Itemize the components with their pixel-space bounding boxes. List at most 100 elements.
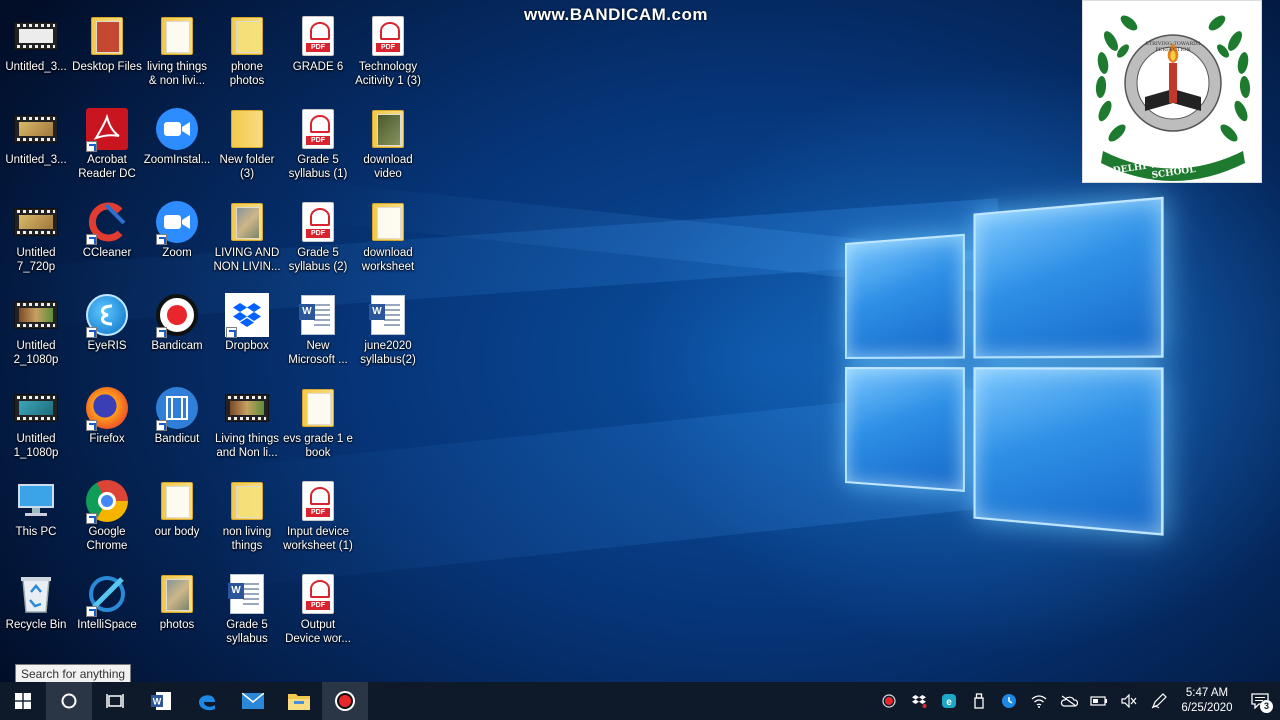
windows-logo (845, 183, 1177, 546)
shortcut-arrow-icon (86, 420, 97, 431)
desktop-icon-label: Input device worksheet (1) (278, 525, 358, 553)
shortcut-arrow-icon (156, 234, 167, 245)
desktop-icon-photos[interactable]: photos (141, 563, 213, 651)
pen-icon (1151, 693, 1167, 709)
desktop-icon-new-microsoft-doc[interactable]: W New Microsoft ... (282, 284, 354, 372)
windows-start-icon (15, 693, 31, 709)
desktop-icon-untitled-1[interactable]: Untitled 1_1080p (0, 377, 72, 465)
desktop-icon-grade5-syllabus-doc[interactable]: W Grade 5 syllabus (211, 563, 283, 651)
search-tooltip: Search for anything (15, 664, 131, 684)
bandicam-taskbar-button[interactable] (322, 682, 368, 720)
desktop-icon-firefox[interactable]: Firefox (71, 377, 143, 465)
desktop-icon-dropbox[interactable]: Dropbox (211, 284, 283, 372)
desktop-icon-living-and-non-living[interactable]: LIVING AND NON LIVIN... (211, 191, 283, 279)
desktop-icon-new-folder-3[interactable]: New folder (3) (211, 98, 283, 186)
taskbar-clock[interactable]: 5:47 AM 6/25/2020 (1174, 686, 1240, 716)
desktop-icon-june2020-syllabus[interactable]: W june2020 syllabus(2) (352, 284, 424, 372)
desktop-icon-download-worksheet[interactable]: download worksheet (352, 191, 424, 279)
desktop-icon-acrobat-reader[interactable]: Acrobat Reader DC (71, 98, 143, 186)
desktop-icon-phone-photos[interactable]: phone photos (211, 5, 283, 93)
desktop-icon-untitled-2[interactable]: Untitled 2_1080p (0, 284, 72, 372)
desktop-icon-label: Living things and Non li... (207, 432, 287, 460)
desktop-icon-output-device-worksheet[interactable]: PDF Output Device wor... (282, 563, 354, 651)
dropbox-icon (911, 694, 927, 708)
tray-battery-button[interactable] (1084, 682, 1114, 720)
desktop-icon-grade5-syllabus-2[interactable]: PDF Grade 5 syllabus (2) (282, 191, 354, 279)
desktop-icon-untitled-3b[interactable]: Untitled_3... (0, 98, 72, 186)
word-taskbar-button[interactable]: W (138, 682, 184, 720)
battery-icon (1090, 695, 1108, 707)
desktop-icon-untitled-7[interactable]: Untitled 7_720p (0, 191, 72, 279)
tray-dropbox-button[interactable] (904, 682, 934, 720)
cortana-search-button[interactable] (46, 682, 92, 720)
desktop-icon-zoom-installer[interactable]: ZoomInstal... (141, 98, 213, 186)
tray-volume-button[interactable] (1114, 682, 1144, 720)
desktop-icon-label: Untitled 2_1080p (0, 339, 76, 367)
folder-icon (154, 13, 200, 59)
video-file-icon (13, 106, 59, 152)
desktop-icon-our-body[interactable]: our body (141, 470, 213, 558)
desktop-icon-label: our body (137, 525, 217, 539)
tray-record-button[interactable] (874, 682, 904, 720)
task-view-icon (106, 693, 124, 709)
start-button[interactable] (0, 682, 46, 720)
tray-wifi-button[interactable] (1024, 682, 1054, 720)
taskbar: W e 5:47 AM 6/25/2020 3 (0, 682, 1280, 720)
tray-usb-button[interactable] (964, 682, 994, 720)
desktop-icon-download-video[interactable]: download video (352, 98, 424, 186)
intellispace-icon (84, 571, 130, 617)
desktop-icon-intellispace[interactable]: IntelliSpace (71, 563, 143, 651)
desktop-icon-zoom[interactable]: Zoom (141, 191, 213, 279)
desktop-icon-grade5-syllabus-1[interactable]: PDF Grade 5 syllabus (1) (282, 98, 354, 186)
desktop-icon-living-things-folder[interactable]: living things & non livi... (141, 5, 213, 93)
desktop-icon-label: Recycle Bin (0, 618, 76, 632)
word-doc-icon: W (295, 292, 341, 338)
tray-pen-button[interactable] (1144, 682, 1174, 720)
action-center-button[interactable]: 3 (1240, 682, 1280, 720)
desktop-icon-recycle-bin[interactable]: Recycle Bin (0, 563, 72, 651)
desktop-icon-living-things-video[interactable]: Living things and Non li... (211, 377, 283, 465)
desktop-icon-non-living-things[interactable]: non living things (211, 470, 283, 558)
tray-onedrive-button[interactable] (1054, 682, 1084, 720)
desktop-icon-technology-activity[interactable]: PDF Technology Acitivity 1 (3) (352, 5, 424, 93)
file-explorer-taskbar-button[interactable] (276, 682, 322, 720)
tray-app-button[interactable]: e (934, 682, 964, 720)
tray-clock-app-button[interactable] (994, 682, 1024, 720)
school-logo: DELHI WORLD PUBLIC SCHOOL STRIVING TOWAR… (1082, 0, 1262, 183)
desktop-icon-label: This PC (0, 525, 76, 539)
shortcut-arrow-icon (226, 327, 237, 338)
desktop-icon-bandicut[interactable]: Bandicut (141, 377, 213, 465)
desktop-icon-label: Acrobat Reader DC (67, 153, 147, 181)
desktop-icon-grade-6[interactable]: PDF GRADE 6 (282, 5, 354, 93)
video-file-icon (13, 385, 59, 431)
folder-icon (224, 199, 270, 245)
desktop-icon-untitled-3a[interactable]: Untitled_3... (0, 5, 72, 93)
pdf-icon: PDF (295, 478, 341, 524)
edge-icon (196, 690, 218, 712)
pdf-icon: PDF (295, 106, 341, 152)
mail-taskbar-button[interactable] (230, 682, 276, 720)
desktop-icon-label: Untitled 1_1080p (0, 432, 76, 460)
task-view-button[interactable] (92, 682, 138, 720)
zoom-icon (154, 106, 200, 152)
bluetooth-app-icon: e (941, 693, 957, 709)
desktop-icon-label: Google Chrome (67, 525, 147, 553)
desktop-icon-label: living things & non livi... (137, 60, 217, 88)
folder-icon (224, 478, 270, 524)
usb-icon (973, 693, 985, 709)
video-file-icon (13, 292, 59, 338)
desktop-icon-this-pc[interactable]: This PC (0, 470, 72, 558)
desktop-icon-input-device-worksheet[interactable]: PDF Input device worksheet (1) (282, 470, 354, 558)
desktop-icon-google-chrome[interactable]: Google Chrome (71, 470, 143, 558)
edge-taskbar-button[interactable] (184, 682, 230, 720)
clock-date: 6/25/2020 (1174, 701, 1240, 716)
desktop-icon-evs-grade1-ebook[interactable]: evs grade 1 e book (282, 377, 354, 465)
desktop-icon-ccleaner[interactable]: CCleaner (71, 191, 143, 279)
bandicut-icon (154, 385, 200, 431)
desktop-icon-bandicam[interactable]: Bandicam (141, 284, 213, 372)
pdf-icon: PDF (295, 13, 341, 59)
video-file-icon (13, 199, 59, 245)
desktop-icon-desktop-files[interactable]: Desktop Files (71, 5, 143, 93)
desktop-icon-eyeris[interactable]: EyeRIS (71, 284, 143, 372)
desktop-icon-label: Bandicut (137, 432, 217, 446)
